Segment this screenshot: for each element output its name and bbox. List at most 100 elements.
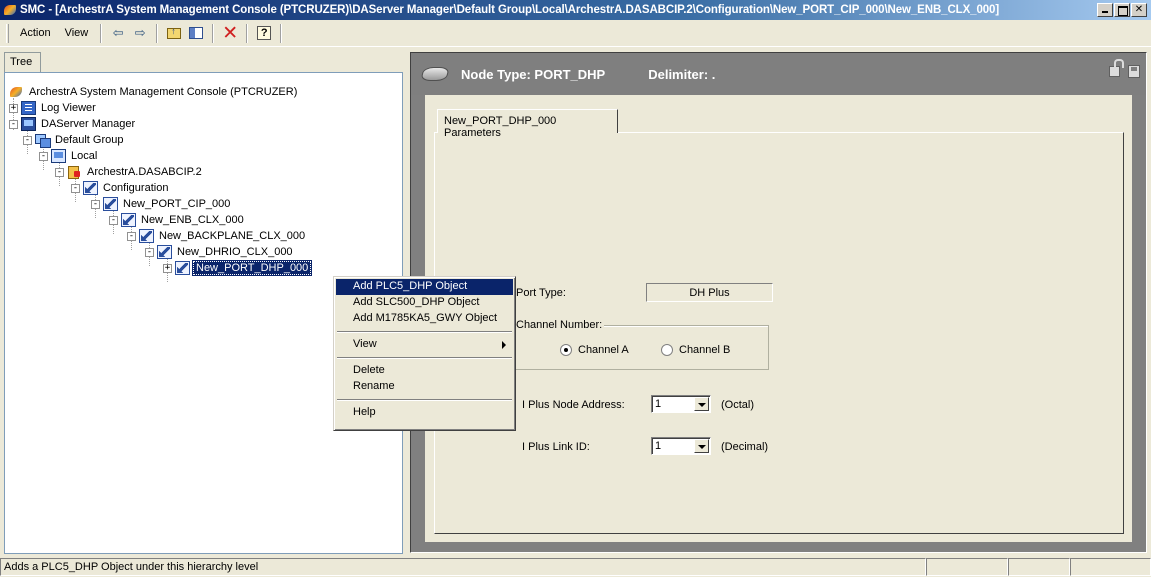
tree-node-local[interactable]: - Local (39, 148, 99, 164)
collapse-minus-icon[interactable]: - (9, 119, 18, 129)
log-viewer-icon (21, 101, 36, 115)
delete-icon[interactable]: ✕ (219, 23, 241, 44)
status-cell (926, 558, 1008, 576)
unlock-icon[interactable] (1109, 59, 1124, 77)
menu-help[interactable]: Help (336, 405, 513, 421)
menu-view-submenu[interactable]: View (336, 337, 513, 353)
tree-node-log-viewer[interactable]: + Log Viewer (9, 100, 98, 116)
delimiter-label: Delimiter: . (648, 66, 716, 82)
collapse-minus-icon[interactable]: - (23, 135, 32, 145)
menu-add-m1785ka5-gwy[interactable]: Add M1785KA5_GWY Object (336, 311, 513, 327)
menu-add-plc5-dhp[interactable]: Add PLC5_DHP Object (336, 279, 513, 295)
radio-channel-a[interactable]: Channel A (560, 344, 629, 356)
toolbar-grip (6, 23, 9, 43)
node-type-icon (420, 67, 450, 81)
tree-node-dhrio-clx[interactable]: - New_DHRIO_CLX_000 (145, 244, 295, 260)
menu-view[interactable]: View (58, 27, 96, 39)
menu-toolbar: Action View ⇦ ⇨ ✕ ? (0, 20, 1151, 47)
channel-number-group: Channel Number: Channel A Channel B (507, 319, 769, 370)
title-bar: SMC - [ArchestrA System Management Conso… (0, 0, 1151, 20)
tab-parameters[interactable]: New_PORT_DHP_000 Parameters (437, 109, 618, 139)
toolbar-separator (156, 23, 159, 43)
link-id-value: 1 (655, 440, 662, 452)
collapse-minus-icon[interactable]: - (39, 151, 48, 161)
tree-node-label: DAServer Manager (41, 118, 136, 130)
port-icon (139, 229, 154, 243)
archestra-icon (9, 85, 24, 99)
save-icon[interactable] (1128, 65, 1140, 78)
up-folder-icon[interactable] (163, 23, 185, 43)
menu-separator (337, 357, 512, 359)
tree-node-enb-clx[interactable]: - New_ENB_CLX_000 (109, 212, 246, 228)
collapse-minus-icon[interactable]: - (145, 247, 154, 257)
chevron-down-icon[interactable] (694, 439, 709, 453)
tree-node-label: Log Viewer (41, 102, 96, 114)
node-address-value: 1 (655, 398, 662, 410)
tree-node-label: Default Group (55, 134, 124, 146)
chevron-down-icon[interactable] (694, 397, 709, 411)
link-id-dropdown[interactable]: 1 (651, 437, 711, 455)
tree-node-port-cip[interactable]: - New_PORT_CIP_000 (91, 196, 232, 212)
tree-node-label-selected: New_PORT_DHP_000 (191, 260, 313, 276)
tab-tree[interactable]: Tree (4, 52, 41, 72)
link-id-unit: (Decimal) (721, 441, 769, 453)
expand-plus-icon[interactable]: + (9, 103, 18, 113)
tree-node-smc-root[interactable]: ArchestrA System Management Console (PTC… (9, 84, 299, 100)
toolbar-separator (246, 23, 249, 43)
context-menu: Add PLC5_DHP Object Add SLC500_DHP Objec… (333, 276, 516, 431)
tree-node-label: New_ENB_CLX_000 (141, 214, 244, 226)
collapse-minus-icon[interactable]: - (55, 167, 64, 177)
tree-node-configuration[interactable]: - Configuration (71, 180, 170, 196)
tree-node-port-dhp[interactable]: + New_PORT_DHP_000 (163, 260, 313, 276)
tree-node-dasabcip[interactable]: - ArchestrA.DASABCIP.2 (55, 164, 204, 180)
node-address-dropdown[interactable]: 1 (651, 395, 711, 413)
help-icon[interactable]: ? (253, 23, 275, 43)
port-type-label: Port Type: (516, 287, 566, 299)
status-text: Adds a PLC5_DHP Object under this hierar… (0, 558, 926, 576)
details-pane: Node Type: PORT_DHP Delimiter: . New_POR… (410, 52, 1147, 553)
tree-node-backplane-clx[interactable]: - New_BACKPLANE_CLX_000 (127, 228, 307, 244)
tree-node-label: Configuration (103, 182, 169, 194)
parameters-panel: Port Type: DH Plus Channel Number: Chann… (434, 132, 1124, 534)
back-arrow-icon[interactable]: ⇦ (107, 23, 129, 43)
collapse-minus-icon[interactable]: - (127, 231, 136, 241)
show-hide-tree-icon[interactable] (185, 23, 207, 43)
status-bar: Adds a PLC5_DHP Object under this hierar… (0, 557, 1151, 577)
collapse-minus-icon[interactable]: - (109, 215, 118, 225)
channel-a-label: Channel A (578, 344, 629, 356)
close-button[interactable]: ✕ (1131, 3, 1147, 17)
status-cell (1008, 558, 1070, 576)
expand-plus-icon[interactable]: + (163, 263, 172, 273)
minimize-button[interactable] (1097, 3, 1113, 17)
menu-add-slc500-dhp[interactable]: Add SLC500_DHP Object (336, 295, 513, 311)
menu-separator (337, 399, 512, 401)
node-type-label: Node Type: PORT_DHP (461, 66, 606, 82)
node-header: Node Type: PORT_DHP Delimiter: . (411, 53, 1146, 95)
port-icon (175, 261, 190, 275)
tree-node-default-group[interactable]: - Default Group (23, 132, 125, 148)
submenu-arrow-icon (502, 341, 506, 349)
tree-node-label: Local (71, 150, 98, 162)
group-icon (35, 133, 51, 148)
menu-delete[interactable]: Delete (336, 363, 513, 379)
menu-rename[interactable]: Rename (336, 379, 513, 395)
radio-selected-icon (560, 344, 572, 356)
archestra-icon (3, 3, 17, 17)
tree-node-label: ArchestrA.DASABCIP.2 (87, 166, 202, 178)
tree-node-label: New_DHRIO_CLX_000 (177, 246, 293, 258)
forward-arrow-icon[interactable]: ⇨ (129, 23, 151, 43)
tree-node-daserver-manager[interactable]: - DAServer Manager (9, 116, 137, 132)
collapse-minus-icon[interactable]: - (71, 183, 80, 193)
maximize-button[interactable] (1114, 3, 1130, 17)
radio-channel-b[interactable]: Channel B (661, 344, 730, 356)
menu-action[interactable]: Action (13, 27, 58, 39)
link-id-label: I Plus Link ID: (522, 441, 590, 453)
port-icon (121, 213, 136, 227)
collapse-minus-icon[interactable]: - (91, 199, 100, 209)
port-icon (157, 245, 172, 259)
toolbar-separator (280, 23, 283, 43)
window-controls: ✕ (1097, 3, 1147, 17)
radio-unselected-icon (661, 344, 673, 356)
port-icon (103, 197, 118, 211)
daserver-manager-icon (21, 117, 36, 131)
